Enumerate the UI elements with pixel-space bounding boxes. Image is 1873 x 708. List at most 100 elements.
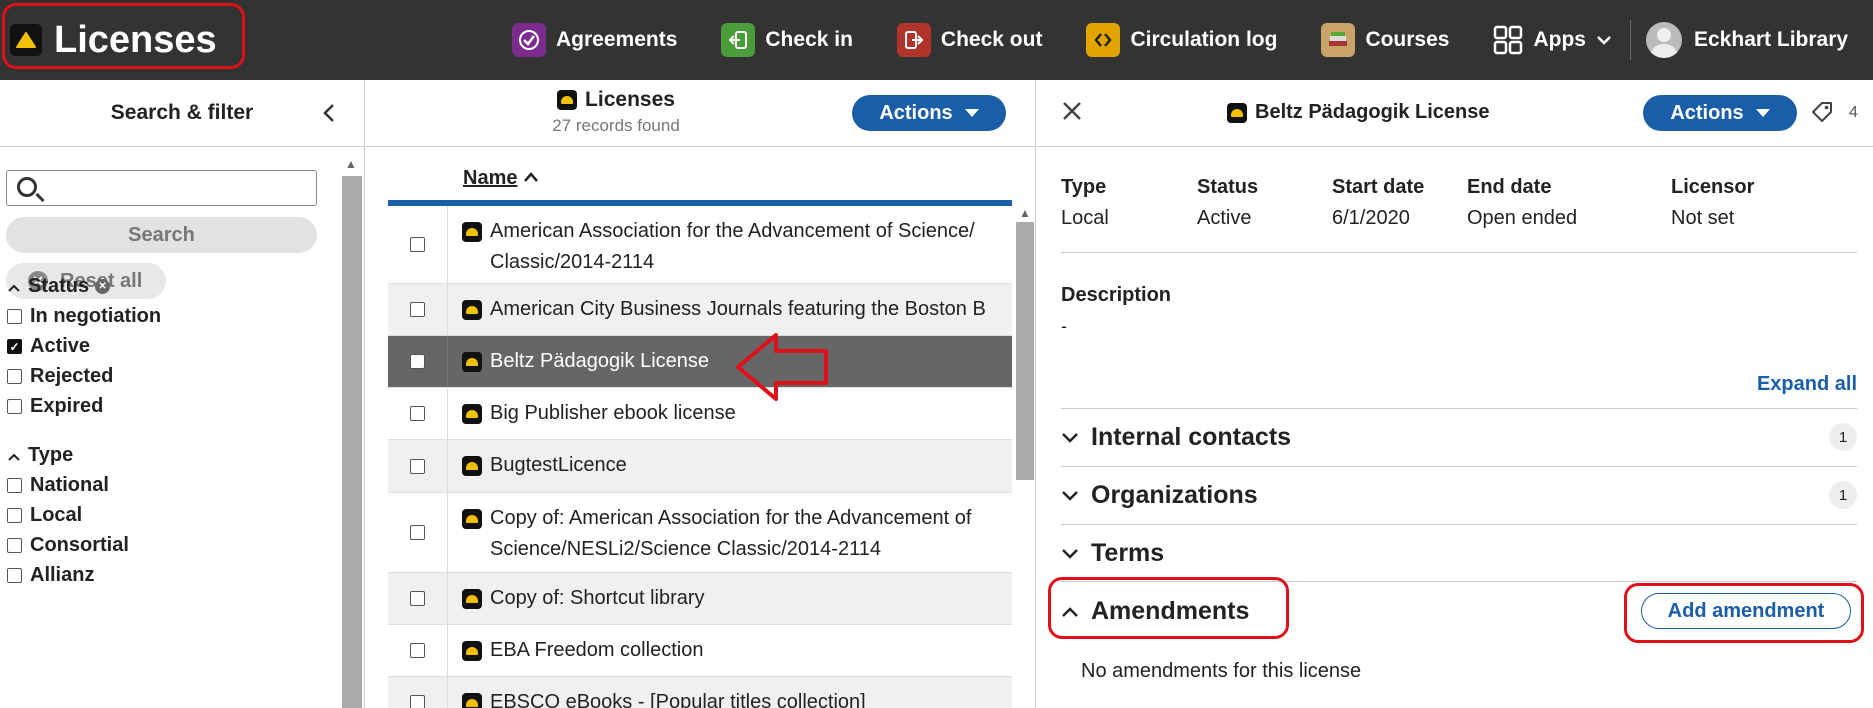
row-checkbox[interactable] — [410, 591, 425, 606]
collapse-pane-button[interactable] — [322, 102, 336, 130]
row-checkbox[interactable] — [410, 237, 425, 252]
records-count: 27 records found — [552, 116, 680, 135]
table-row-selected[interactable]: Beltz Pädagogik License — [388, 336, 1012, 388]
search-input[interactable] — [6, 170, 317, 206]
nav-check-in[interactable]: Check in — [721, 23, 853, 57]
user-menu[interactable]: Eckhart Library — [1646, 0, 1848, 80]
checkbox-label: Rejected — [30, 365, 114, 387]
table-row[interactable]: EBA Freedom collection — [388, 625, 1012, 677]
section-organizations[interactable]: Organizations 1 — [1061, 475, 1857, 515]
chevron-up-icon — [8, 448, 20, 464]
row-checkbox[interactable] — [410, 695, 425, 708]
type-national[interactable]: National — [7, 474, 109, 497]
status-active[interactable]: ✓ Active — [7, 335, 90, 358]
description-value: - — [1061, 316, 1067, 336]
row-checkbox[interactable] — [410, 643, 425, 658]
status-rejected[interactable]: Rejected — [7, 365, 113, 388]
table-row[interactable]: American Association for the Advancement… — [388, 206, 1012, 284]
row-checkbox[interactable] — [410, 302, 425, 317]
checkbox[interactable] — [7, 508, 22, 523]
section-label: Terms — [1091, 538, 1165, 567]
add-amendment-button[interactable]: Add amendment — [1641, 593, 1851, 629]
type-filter-toggle[interactable]: Type — [8, 444, 73, 467]
nav-agreements[interactable]: Agreements — [512, 23, 677, 57]
type-allianz[interactable]: Allianz — [7, 564, 94, 587]
row-name: BugtestLicence — [490, 454, 627, 476]
detail-header: Beltz Pädagogik License Actions 4 — [1037, 80, 1873, 147]
field-label: Licensor — [1671, 176, 1755, 198]
license-detail-pane: Beltz Pädagogik License Actions 4 Type L… — [1037, 80, 1873, 708]
results-scrollbar[interactable]: ▲ — [1014, 206, 1034, 706]
expand-all-button[interactable]: Expand all — [1757, 373, 1857, 396]
clear-status-filter-icon[interactable]: ✕ — [95, 279, 111, 294]
results-actions-button[interactable]: Actions — [852, 95, 1006, 131]
type-consortial[interactable]: Consortial — [7, 534, 129, 557]
field-value: 6/1/2020 — [1332, 207, 1410, 229]
row-checkbox[interactable] — [410, 354, 425, 369]
status-filter-toggle[interactable]: Status ✕ — [8, 275, 111, 298]
scrollbar-thumb[interactable] — [342, 176, 362, 708]
row-checkbox[interactable] — [410, 458, 425, 474]
table-row[interactable]: EBSCO eBooks - [Popular titles collectio… — [388, 677, 1012, 708]
app-nav: Agreements Check in Check out Circulatio… — [512, 0, 1656, 80]
results-pane: Licenses 27 records found Actions Name A… — [366, 80, 1036, 708]
checkbox[interactable] — [7, 369, 22, 384]
checkbox[interactable] — [7, 538, 22, 553]
table-row[interactable]: Copy of: American Association for the Ad… — [388, 493, 1012, 573]
filter-pane-header: Search & filter — [0, 80, 364, 147]
status-in-negotiation[interactable]: In negotiation — [7, 305, 161, 328]
table-row[interactable]: Copy of: Shortcut library — [388, 573, 1012, 625]
nav-circulation-log[interactable]: Circulation log — [1086, 23, 1277, 57]
row-name-line2: Classic/2014-2114 — [490, 251, 655, 273]
table-row[interactable]: American City Business Journals featurin… — [388, 284, 1012, 336]
checkbox[interactable] — [7, 478, 22, 493]
chevron-down-icon — [1061, 540, 1079, 566]
apps-grid-icon — [1493, 25, 1523, 55]
field-licensor: Licensor Not set — [1671, 176, 1754, 230]
status-expired[interactable]: Expired — [7, 395, 103, 418]
top-navigation-bar: Licenses Agreements Check in Check out C… — [0, 0, 1873, 80]
nav-apps[interactable]: Apps — [1493, 25, 1612, 55]
description-label: Description — [1061, 284, 1172, 306]
licenses-app-icon — [10, 24, 42, 56]
scroll-up-icon[interactable]: ▲ — [345, 157, 357, 171]
nav-check-out[interactable]: Check out — [896, 23, 1042, 57]
close-icon[interactable] — [1061, 96, 1083, 130]
agreements-icon — [512, 23, 546, 57]
row-checkbox[interactable] — [410, 525, 425, 540]
search-button[interactable]: Search — [6, 217, 317, 253]
chevron-up-icon — [1061, 598, 1079, 624]
table-row[interactable]: BugtestLicence — [388, 440, 1012, 493]
check-out-icon — [896, 23, 931, 57]
checkbox[interactable] — [7, 309, 22, 324]
scroll-up-icon[interactable]: ▲ — [1019, 206, 1031, 220]
scrollbar-thumb[interactable] — [1016, 222, 1034, 480]
row-checkbox[interactable] — [410, 406, 425, 421]
section-label: Amendments — [1091, 596, 1250, 625]
section-internal-contacts[interactable]: Internal contacts 1 — [1061, 417, 1857, 457]
section-terms[interactable]: Terms — [1061, 533, 1857, 573]
user-name: Eckhart Library — [1694, 28, 1849, 51]
nav-courses[interactable]: Courses — [1321, 23, 1449, 57]
tag-icon[interactable] — [1810, 100, 1834, 124]
checkbox[interactable] — [7, 399, 22, 414]
checkbox-checked[interactable]: ✓ — [7, 339, 22, 354]
app-title: Licenses — [54, 18, 217, 61]
name-column-header[interactable]: Name — [463, 167, 539, 190]
nav-agreements-label: Agreements — [556, 28, 678, 51]
app-brand[interactable]: Licenses — [0, 0, 217, 80]
checkbox[interactable] — [7, 568, 22, 583]
type-local[interactable]: Local — [7, 504, 82, 527]
table-row[interactable]: Big Publisher ebook license — [388, 388, 1012, 440]
field-value: Not set — [1671, 207, 1735, 229]
detail-actions-button[interactable]: Actions — [1643, 95, 1797, 131]
checkbox-label: Expired — [30, 395, 104, 417]
license-icon — [462, 300, 482, 320]
annotation-arrow-icon — [736, 333, 828, 401]
field-start-date: Start date 6/1/2020 — [1332, 176, 1424, 230]
license-icon — [462, 509, 482, 529]
field-label: Type — [1061, 176, 1107, 198]
courses-icon — [1321, 23, 1356, 57]
filter-scrollbar[interactable]: ▲ — [340, 152, 362, 708]
chevron-down-icon — [1061, 482, 1079, 508]
